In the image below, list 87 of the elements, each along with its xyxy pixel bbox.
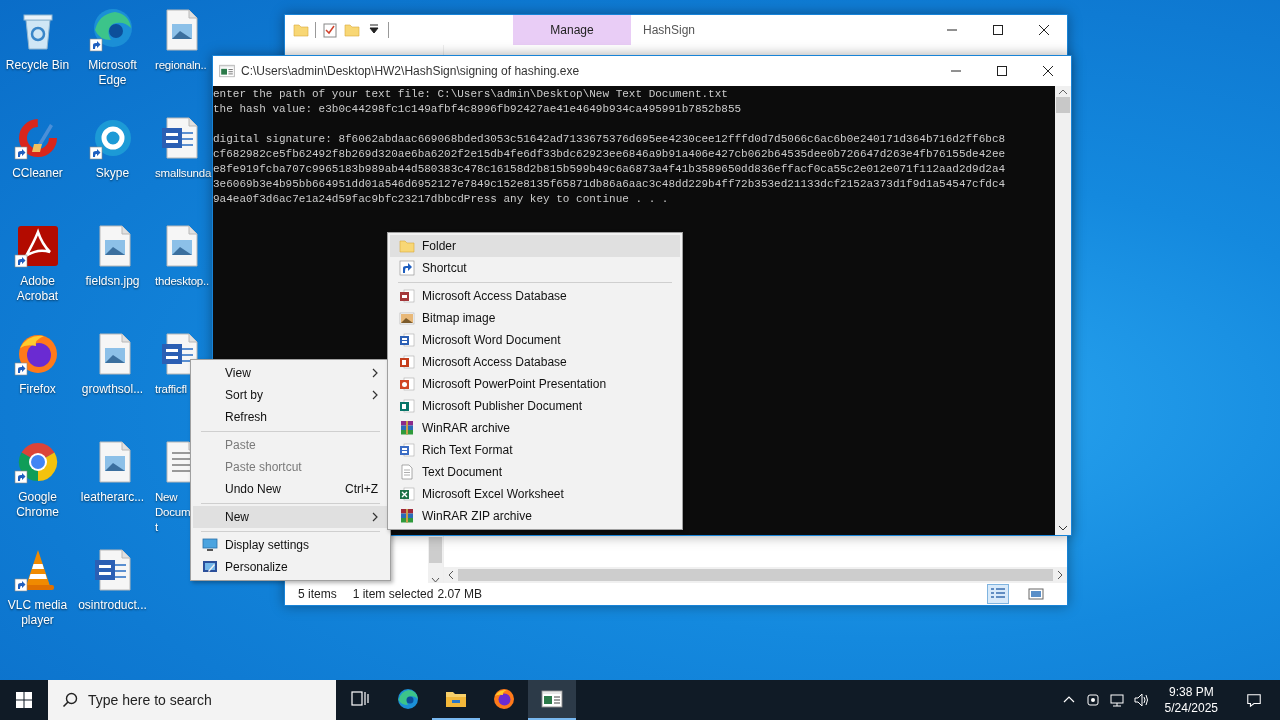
desktop-icon[interactable]: Google Chrome bbox=[1, 438, 74, 520]
menu-item[interactable]: Shortcut bbox=[390, 257, 680, 279]
menu-item[interactable]: Microsoft Excel Worksheet bbox=[390, 483, 680, 505]
chevron-left-icon bbox=[448, 570, 454, 580]
network-icon[interactable] bbox=[1108, 692, 1125, 708]
console-window-icon bbox=[541, 688, 563, 710]
scrollbar[interactable] bbox=[444, 567, 1067, 583]
checklist-icon[interactable] bbox=[322, 22, 338, 38]
windows-logo-icon bbox=[16, 692, 32, 708]
desktop-icon[interactable]: Microsoft Edge bbox=[76, 6, 149, 88]
desktop-icon[interactable]: thdesktop.. bbox=[151, 222, 209, 289]
browser-icon bbox=[493, 688, 515, 710]
menu-item[interactable]: Display settings bbox=[193, 534, 388, 556]
archive-icon bbox=[399, 508, 415, 524]
list-icon bbox=[990, 587, 1006, 601]
menu-item[interactable]: WinRAR ZIP archive bbox=[390, 505, 680, 527]
chevron-right-icon bbox=[372, 390, 378, 400]
clock[interactable]: 9:38 PM 5/24/2025 bbox=[1156, 684, 1226, 716]
chevron-right-icon bbox=[1057, 570, 1063, 580]
taskbar-app[interactable] bbox=[528, 680, 576, 720]
scrollbar-thumb[interactable] bbox=[1056, 97, 1070, 113]
menu-item[interactable]: Personalize bbox=[193, 556, 388, 578]
desktop-icon[interactable]: leatherarc... bbox=[76, 438, 149, 505]
maximize-icon bbox=[993, 25, 1003, 35]
search-icon bbox=[62, 692, 78, 708]
menu-item[interactable]: Microsoft Access Database bbox=[390, 351, 680, 373]
scrollbar[interactable] bbox=[428, 537, 443, 583]
menu-item[interactable]: Microsoft Word Document bbox=[390, 329, 680, 351]
window-title: C:\Users\admin\Desktop\HW2\HashSign\signing of hashing.exe bbox=[241, 64, 580, 78]
device-icon[interactable] bbox=[1084, 692, 1101, 708]
chevron-down-icon bbox=[1058, 525, 1068, 531]
desktop-icon[interactable]: Adobe Acrobat bbox=[1, 222, 74, 304]
menu-item[interactable]: Folder bbox=[390, 235, 680, 257]
presentation-icon bbox=[399, 376, 415, 392]
maximize-icon bbox=[997, 66, 1007, 76]
browser-icon bbox=[397, 688, 419, 710]
desktop-icon[interactable]: Firefox bbox=[1, 330, 74, 397]
view-button[interactable] bbox=[987, 584, 1009, 604]
desktop-icon[interactable]: CCleaner bbox=[1, 114, 74, 181]
document-icon bbox=[399, 332, 415, 348]
image-file-icon bbox=[399, 310, 415, 326]
menu-item[interactable]: Microsoft Publisher Document bbox=[390, 395, 680, 417]
desktop-icon[interactable]: osintroduct... bbox=[76, 546, 149, 613]
personalize-icon bbox=[202, 559, 218, 575]
menu-item[interactable]: New bbox=[193, 506, 388, 528]
menu-item[interactable]: Microsoft Access Database bbox=[390, 285, 680, 307]
ribbon-tab[interactable]: Manage bbox=[513, 15, 631, 45]
console-output: enter the path of your text file: C:\Users\admin\Desktop\New Text Document.txt the hash value: e3b0c44298fc1c149afbf4c8996fb92427ae41e4649b934ca495991b7852b855 digital signature: 8f6062abdaac669068bded3053c51642ad7133675376d695ee4230cee12fffd0d7d5066c6ac6b0e240171d364b716d2ff6bc8 cf682982ce5fb62492f8b269d320ae6ba6202f2e15db4fe6df33bdc62923ee6846a9b91a406e427cb062b64535dee0b726647d263e4fb76155de42ee e8fe919fcba707c9965183b989ab44d580383c478c16158d2b815b599b49c6a6873a4f41b3589650dd836effacf0ca55c2e012e071f112aad2d9d2a4 3e6069b3e4b95bb664951dd01a546d6952127e7849c152e8135f65871db86a6aac3c48dd229b4ff72b353ed21133dcf2152a373d1f9d1a54547cfdc4 9a4ea0f3d6ac7e1a24d59fac9bfc23217dbbcdPress any key to continue . . . bbox=[213, 87, 1006, 207]
menu-item[interactable]: Bitmap image bbox=[390, 307, 680, 329]
desktop-icon[interactable]: fieldsn.jpg bbox=[76, 222, 149, 289]
chevron-up-icon bbox=[1058, 89, 1068, 95]
window-title: HashSign bbox=[642, 23, 697, 37]
file-size: 2.07 MB bbox=[437, 587, 483, 601]
chevron-right-icon bbox=[372, 512, 378, 522]
menu-item[interactable]: WinRAR archive bbox=[390, 417, 680, 439]
text-file-icon bbox=[399, 464, 415, 480]
archive-icon bbox=[399, 420, 415, 436]
database-icon bbox=[399, 288, 415, 304]
scrollbar[interactable] bbox=[1055, 86, 1071, 535]
publication-icon bbox=[399, 398, 415, 414]
desktop-icon[interactable]: Skype bbox=[76, 114, 149, 181]
console-window-icon bbox=[219, 63, 235, 79]
preview-icon bbox=[1028, 587, 1044, 601]
menu-item[interactable]: Refresh bbox=[193, 406, 388, 428]
menu-item[interactable]: Undo New Ctrl+Z bbox=[193, 478, 388, 500]
monitor-icon bbox=[202, 537, 218, 553]
search-field[interactable]: Type here to search bbox=[88, 692, 328, 708]
chevron-down-icon bbox=[431, 577, 440, 583]
item-count: 5 items bbox=[298, 587, 337, 601]
desktop-icon[interactable]: VLC media player bbox=[1, 546, 74, 628]
database-icon bbox=[399, 354, 415, 370]
close-icon bbox=[1039, 25, 1049, 35]
speaker-icon[interactable] bbox=[1132, 692, 1149, 708]
close-icon bbox=[1043, 66, 1053, 76]
menu-item[interactable]: Rich Text Format bbox=[390, 439, 680, 461]
menu-item[interactable]: Microsoft PowerPoint Presentation bbox=[390, 373, 680, 395]
selection-status: 1 item selected bbox=[352, 587, 434, 601]
folder-icon bbox=[399, 238, 415, 254]
chevron-right-icon bbox=[372, 368, 378, 378]
notification-icon bbox=[1246, 692, 1262, 708]
spreadsheet-icon bbox=[399, 486, 415, 502]
desktop-icon[interactable]: Recycle Bin bbox=[1, 6, 74, 73]
menu-item[interactable]: Text Document bbox=[390, 461, 680, 483]
desktop-icon[interactable]: regionaln.. bbox=[151, 6, 209, 73]
search-box[interactable]: Type here to search bbox=[48, 680, 336, 720]
desktop-icon[interactable]: growthsol... bbox=[76, 330, 149, 397]
document-icon bbox=[399, 442, 415, 458]
